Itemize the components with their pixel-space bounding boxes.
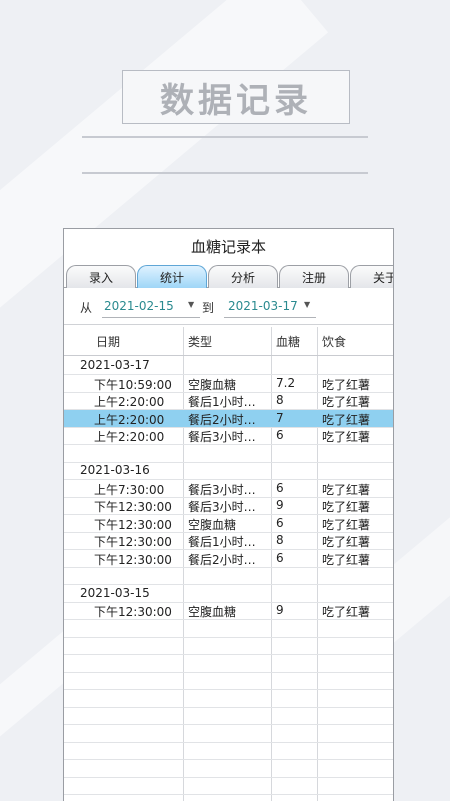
type-cell: 餐后1小时… — [188, 393, 256, 410]
blank-row — [64, 760, 393, 778]
diet-cell: 吃了红薯 — [322, 481, 370, 498]
diet-cell: 吃了红薯 — [322, 393, 370, 410]
glucose-cell: 6 — [276, 551, 284, 565]
group-date: 2021-03-16 — [80, 463, 150, 477]
diet-cell: 吃了红薯 — [322, 603, 370, 620]
app-title: 血糖记录本 — [64, 229, 393, 263]
type-cell: 餐后2小时… — [188, 411, 256, 428]
table-row[interactable]: 下午12:30:00 空腹血糖 9 吃了红薯 — [64, 602, 393, 620]
type-cell: 餐后3小时… — [188, 498, 256, 515]
tab-analysis[interactable]: 分析 — [208, 265, 278, 288]
tab-entry[interactable]: 录入 — [66, 265, 136, 288]
glucose-cell: 9 — [276, 603, 284, 617]
table-row[interactable]: 下午12:30:00 餐后2小时… 6 吃了红薯 — [64, 550, 393, 568]
column-header-type[interactable]: 类型 — [188, 333, 212, 350]
tab-statistics[interactable]: 统计 — [137, 265, 207, 288]
table-row[interactable]: 上午2:20:00 餐后1小时… 8 吃了红薯 — [64, 392, 393, 410]
blank-row — [64, 742, 393, 760]
column-header-diet[interactable]: 饮食 — [322, 333, 346, 350]
blank-row — [64, 795, 393, 801]
table-row[interactable]: 上午2:20:00 餐后3小时… 6 吃了红薯 — [64, 427, 393, 445]
blank-row — [64, 655, 393, 673]
type-cell: 餐后1小时… — [188, 533, 256, 550]
group-date-row: 2021-03-17 — [64, 357, 393, 375]
glucose-cell: 7 — [276, 411, 284, 425]
table-header: 日期 类型 血糖 饮食 — [64, 327, 393, 356]
table-row[interactable]: 上午2:20:00 餐后2小时… 7 吃了红薯 — [64, 410, 393, 428]
blank-row — [64, 637, 393, 655]
table-row[interactable]: 下午12:30:00 餐后1小时… 8 吃了红薯 — [64, 532, 393, 550]
banner-divider — [82, 136, 368, 138]
chevron-down-icon[interactable]: ▼ — [188, 300, 194, 309]
blank-row — [64, 690, 393, 708]
blank-row — [64, 672, 393, 690]
blank-row — [64, 725, 393, 743]
time-cell: 下午12:30:00 — [94, 498, 172, 515]
tab-bar: 录入 统计 分析 注册 关于 — [64, 263, 393, 288]
diet-cell: 吃了红薯 — [322, 498, 370, 515]
group-date: 2021-03-15 — [80, 586, 150, 600]
time-cell: 下午10:59:00 — [94, 376, 172, 393]
diet-cell: 吃了红薯 — [322, 411, 370, 428]
group-date-row: 2021-03-15 — [64, 585, 393, 603]
type-cell: 餐后2小时… — [188, 551, 256, 568]
table-row[interactable]: 下午12:30:00 空腹血糖 6 吃了红薯 — [64, 515, 393, 533]
from-date-select[interactable]: 2021-02-15 — [104, 299, 174, 313]
diet-cell: 吃了红薯 — [322, 551, 370, 568]
type-cell: 餐后3小时… — [188, 428, 256, 445]
to-label: 到 — [202, 299, 214, 316]
diet-cell: 吃了红薯 — [322, 376, 370, 393]
column-header-glucose[interactable]: 血糖 — [276, 333, 300, 350]
time-cell: 上午2:20:00 — [94, 411, 164, 428]
app-screen: 血糖记录本 录入 统计 分析 注册 关于 从 2021-02-15 ▼ 到 20… — [63, 228, 394, 801]
records-table: 日期 类型 血糖 饮食 2021-03-17 下午10:59:00 空腹血糖 7.2 吃… — [64, 327, 393, 801]
chevron-down-icon[interactable]: ▼ — [304, 300, 310, 309]
column-header-date[interactable]: 日期 — [96, 333, 120, 350]
page-banner: 数据记录 — [122, 70, 350, 124]
glucose-cell: 8 — [276, 533, 284, 547]
time-cell: 下午12:30:00 — [94, 551, 172, 568]
blank-row — [64, 707, 393, 725]
type-cell: 空腹血糖 — [188, 376, 236, 393]
glucose-cell: 7.2 — [276, 376, 295, 390]
banner-divider — [82, 172, 368, 174]
date-filter: 从 2021-02-15 ▼ 到 2021-03-17 ▼ — [64, 288, 393, 325]
to-date-select[interactable]: 2021-03-17 — [228, 299, 298, 313]
banner-title: 数据记录 — [160, 73, 312, 122]
blank-row — [64, 777, 393, 795]
table-row[interactable]: 下午12:30:00 餐后3小时… 9 吃了红薯 — [64, 497, 393, 515]
table-row[interactable]: 下午10:59:00 空腹血糖 7.2 吃了红薯 — [64, 375, 393, 393]
glucose-cell: 8 — [276, 393, 284, 407]
blank-row — [64, 567, 393, 585]
glucose-cell: 9 — [276, 498, 284, 512]
diet-cell: 吃了红薯 — [322, 533, 370, 550]
time-cell: 下午12:30:00 — [94, 603, 172, 620]
from-label: 从 — [80, 299, 92, 316]
time-cell: 上午2:20:00 — [94, 428, 164, 445]
group-date: 2021-03-17 — [80, 358, 150, 372]
blank-row — [64, 445, 393, 463]
glucose-cell: 6 — [276, 481, 284, 495]
glucose-cell: 6 — [276, 428, 284, 442]
group-date-row: 2021-03-16 — [64, 462, 393, 480]
time-cell: 下午12:30:00 — [94, 533, 172, 550]
time-cell: 上午2:20:00 — [94, 393, 164, 410]
tab-register[interactable]: 注册 — [279, 265, 349, 288]
blank-row — [64, 620, 393, 638]
table-row[interactable]: 上午7:30:00 餐后3小时… 6 吃了红薯 — [64, 480, 393, 498]
tab-about[interactable]: 关于 — [350, 265, 394, 288]
type-cell: 餐后3小时… — [188, 481, 256, 498]
type-cell: 空腹血糖 — [188, 603, 236, 620]
time-cell: 下午12:30:00 — [94, 516, 172, 533]
type-cell: 空腹血糖 — [188, 516, 236, 533]
diet-cell: 吃了红薯 — [322, 428, 370, 445]
diet-cell: 吃了红薯 — [322, 516, 370, 533]
time-cell: 上午7:30:00 — [94, 481, 164, 498]
glucose-cell: 6 — [276, 516, 284, 530]
